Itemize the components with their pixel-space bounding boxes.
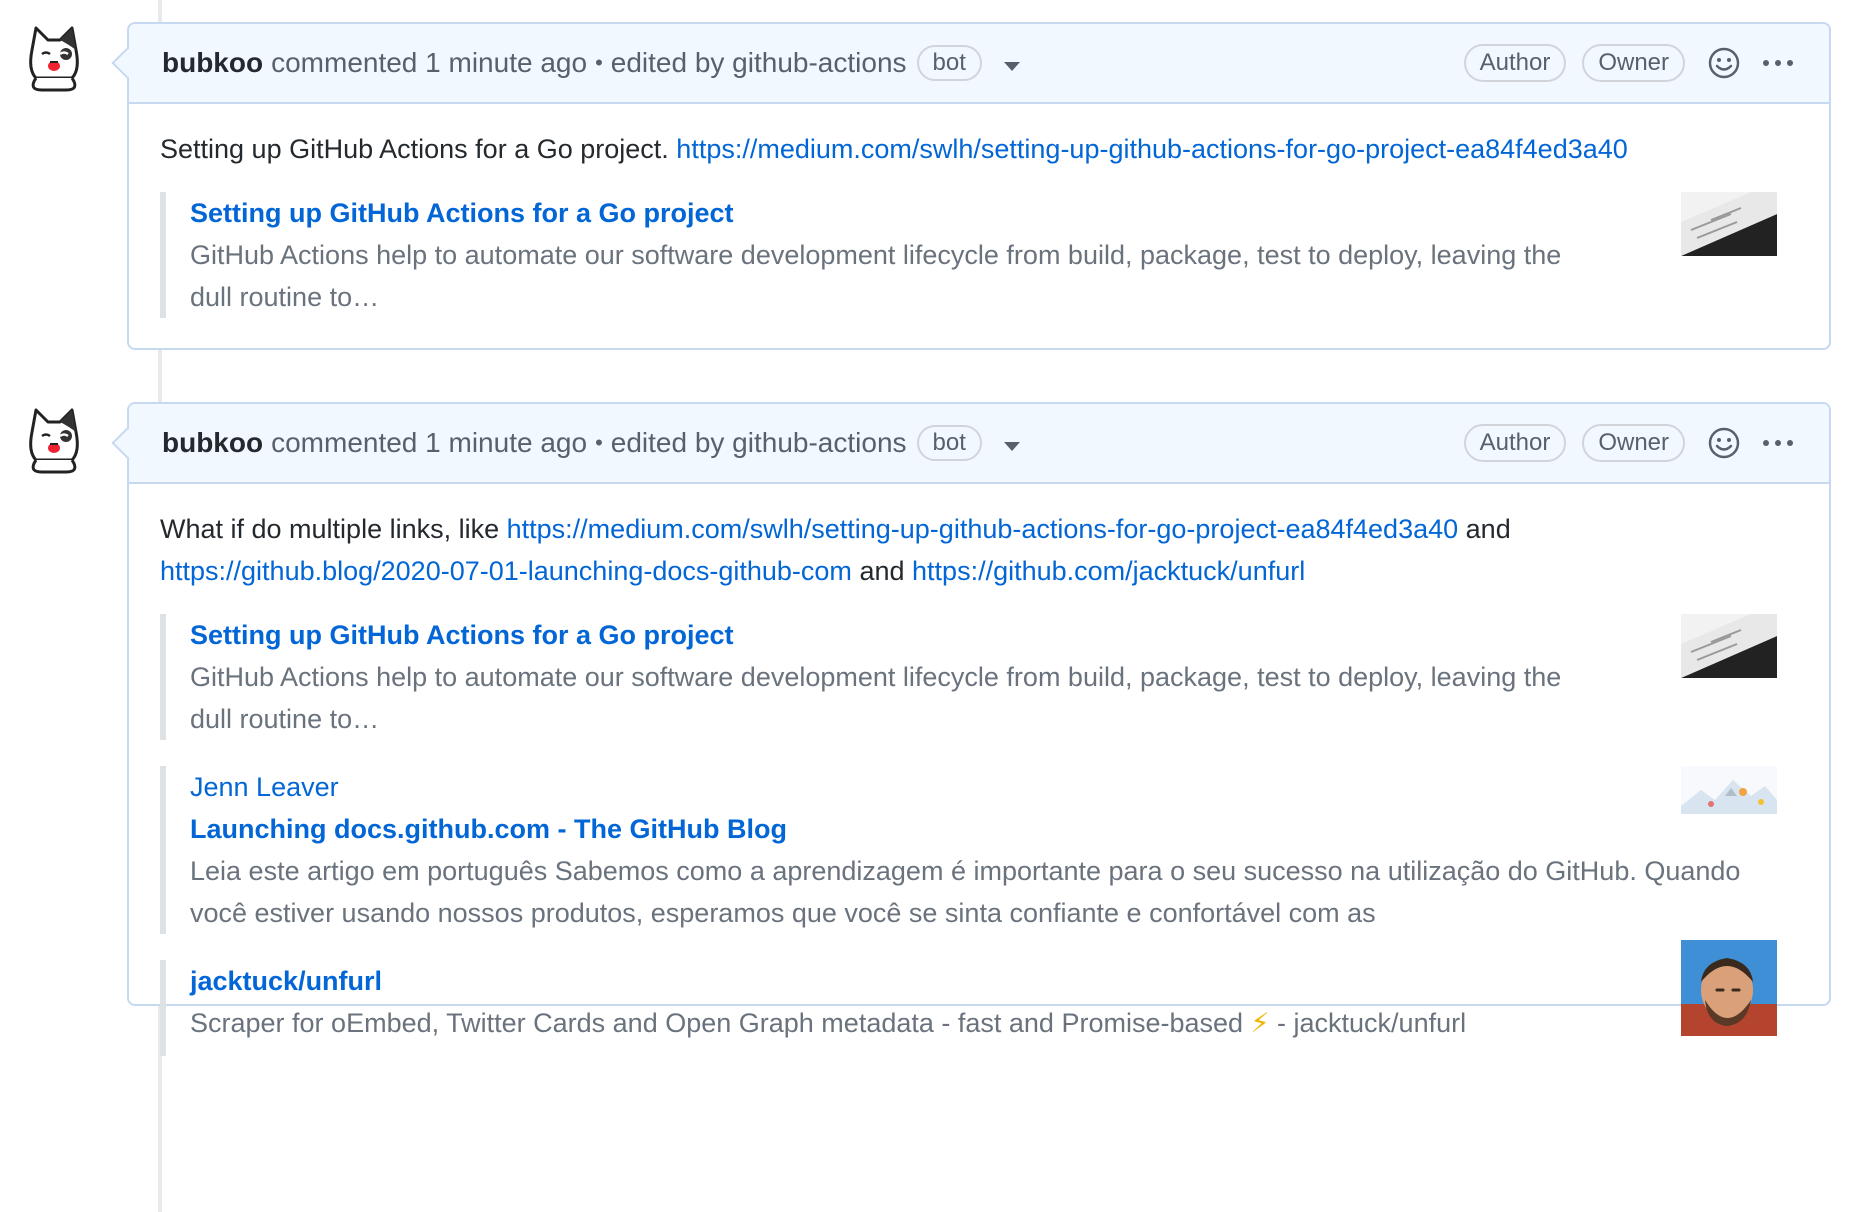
comment-author[interactable]: bubkoo: [162, 47, 263, 79]
preview-title[interactable]: Launching docs.github.com - The GitHub B…: [190, 808, 1797, 850]
preview-description-text: Scraper for oEmbed, Twitter Cards and Op…: [190, 1008, 1244, 1038]
comment-header: bubkoo commented 1 minute ago • edited b…: [129, 24, 1829, 104]
bot-badge: bot: [916, 45, 982, 81]
separator-dot: •: [595, 430, 603, 455]
comment-body: What if do multiple links, like https://…: [129, 484, 1829, 1086]
cat-avatar-icon[interactable]: [22, 402, 86, 476]
repo-owner-avatar-image: [1681, 940, 1777, 1036]
comment-text: What if do multiple links, like https://…: [160, 508, 1797, 592]
comment-text: Setting up GitHub Actions for a Go proje…: [160, 128, 1797, 170]
edited-by-label: edited by github-actions: [610, 427, 907, 458]
conjunction-text: and: [859, 556, 905, 586]
comment-header: bubkoo commented 1 minute ago • edited b…: [129, 404, 1829, 484]
body-link-3[interactable]: https://github.com/jacktuck/unfurl: [912, 556, 1305, 586]
preview-description: GitHub Actions help to automate our soft…: [190, 240, 1562, 312]
add-reaction-icon[interactable]: [1707, 46, 1741, 80]
comment-timestamp[interactable]: commented 1 minute ago: [271, 47, 587, 79]
comment-author[interactable]: bubkoo: [162, 427, 263, 459]
separator-dot: •: [595, 50, 603, 75]
body-text: Setting up GitHub Actions for a Go proje…: [160, 134, 669, 164]
more-options-icon[interactable]: [1759, 54, 1797, 72]
add-reaction-icon[interactable]: [1707, 426, 1741, 460]
comment-timestamp[interactable]: commented 1 minute ago: [271, 427, 587, 459]
edit-history-dropdown-icon[interactable]: [1003, 441, 1020, 451]
preview-title[interactable]: jacktuck/unfurl: [190, 960, 1797, 1002]
preview-thumbnail-image: [1681, 766, 1777, 814]
conjunction-text: and: [1465, 514, 1511, 544]
author-badge: Author: [1463, 424, 1567, 462]
link-preview-card: Setting up GitHub Actions for a Go proje…: [160, 192, 1797, 318]
comment-body: Setting up GitHub Actions for a Go proje…: [129, 104, 1829, 348]
body-text: What if do multiple links, like: [160, 514, 500, 544]
edit-history-dropdown-icon[interactable]: [1003, 61, 1020, 71]
lightning-emoji-icon: ⚡: [1250, 1008, 1270, 1038]
header-actions: Author Owner: [1448, 424, 1797, 462]
owner-badge: Owner: [1582, 44, 1685, 82]
preview-title[interactable]: Setting up GitHub Actions for a Go proje…: [190, 614, 1797, 656]
link-preview-card: jacktuck/unfurl Scraper for oEmbed, Twit…: [160, 940, 1797, 1056]
bot-badge: bot: [916, 425, 982, 461]
link-preview-card: Setting up GitHub Actions for a Go proje…: [160, 614, 1797, 740]
link-preview-card: Jenn Leaver Launching docs.github.com - …: [160, 766, 1797, 934]
more-options-icon[interactable]: [1759, 434, 1797, 452]
preview-thumbnail-image: [1681, 192, 1777, 256]
preview-author[interactable]: Jenn Leaver: [190, 766, 1797, 808]
preview-description: GitHub Actions help to automate our soft…: [190, 662, 1562, 734]
edited-by-label: edited by github-actions: [610, 47, 907, 78]
cat-avatar-icon[interactable]: [22, 20, 86, 94]
body-link-2[interactable]: https://github.blog/2020-07-01-launching…: [160, 556, 852, 586]
comment-2: bubkoo commented 1 minute ago • edited b…: [127, 402, 1831, 1056]
header-actions: Author Owner: [1448, 44, 1797, 82]
owner-badge: Owner: [1582, 424, 1685, 462]
preview-description: Scraper for oEmbed, Twitter Cards and Op…: [190, 1002, 1797, 1044]
preview-thumbnail-image: [1681, 614, 1777, 678]
body-link[interactable]: https://medium.com/swlh/setting-up-githu…: [676, 134, 1628, 164]
author-badge: Author: [1463, 44, 1567, 82]
preview-title[interactable]: Setting up GitHub Actions for a Go proje…: [190, 192, 1797, 234]
body-link-1[interactable]: https://medium.com/swlh/setting-up-githu…: [507, 514, 1459, 544]
comment-1: bubkoo commented 1 minute ago • edited b…: [127, 22, 1831, 350]
preview-description-suffix: - jacktuck/unfurl: [1277, 1008, 1467, 1038]
preview-description: Leia este artigo em português Sabemos co…: [190, 856, 1741, 928]
